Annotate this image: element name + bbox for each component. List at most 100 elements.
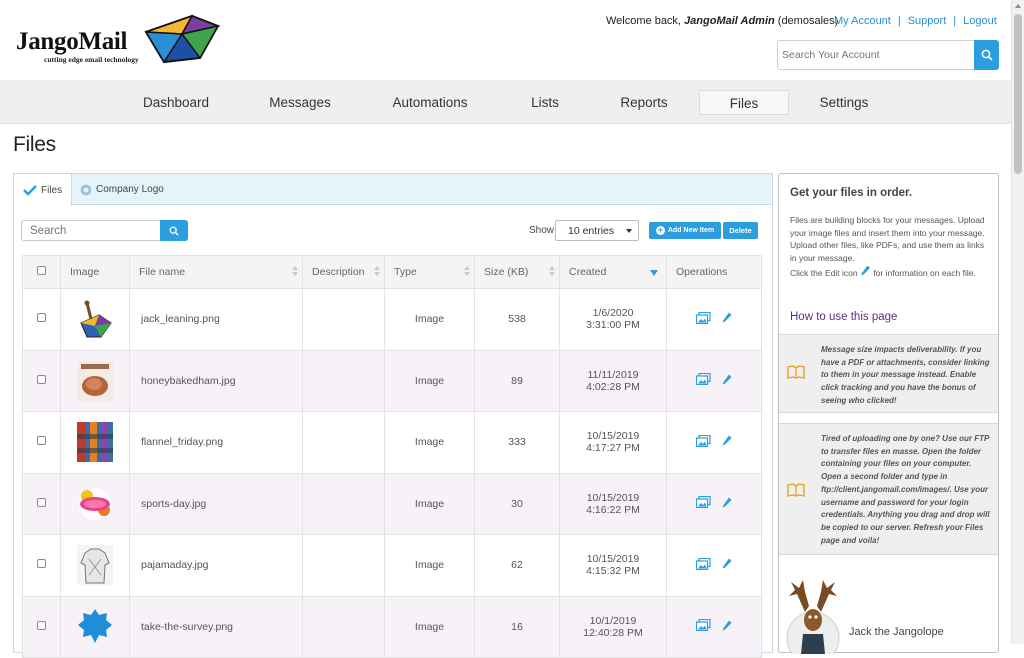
nav-files[interactable]: Files (699, 90, 789, 115)
description-cell (302, 411, 385, 474)
my-account-link[interactable]: My Account (834, 15, 891, 27)
column-header-image: Image (60, 255, 130, 289)
grid-search-input[interactable] (22, 221, 160, 240)
logout-link[interactable]: Logout (963, 15, 997, 27)
logo-tagline: cutting edge email technology (44, 55, 139, 64)
created-cell: 10/15/2019 4:15:32 PM (559, 534, 667, 597)
edit-pencil-icon[interactable] (722, 497, 732, 511)
add-new-item-label: Add New Item (667, 227, 715, 234)
tab-files[interactable]: Files (14, 174, 72, 206)
column-header-description[interactable]: Description (302, 255, 385, 289)
insert-image-icon[interactable] (695, 311, 711, 327)
description-cell (302, 595, 385, 658)
row-checkbox[interactable] (37, 374, 46, 384)
entries-select[interactable]: 10 entries (555, 220, 639, 241)
tab-company-logo-label: Company Logo (96, 184, 164, 195)
file-name-cell: sports-day.jpg (129, 472, 303, 535)
row-select-cell (22, 349, 61, 412)
row-select-cell (22, 411, 61, 474)
created-cell: 11/11/2019 4:02:28 PM (559, 349, 667, 412)
nav-settings[interactable]: Settings (810, 90, 878, 115)
jangomail-logo[interactable]: JangoMail cutting edge email technology (16, 14, 221, 70)
file-name-cell: flannel_friday.png (129, 411, 303, 474)
row-checkbox[interactable] (37, 497, 46, 507)
type-cell: Image (384, 411, 475, 474)
insert-image-icon[interactable] (695, 496, 711, 511)
thumbnail-cell (60, 349, 130, 412)
select-all-header (22, 255, 61, 289)
row-checkbox[interactable] (37, 313, 46, 323)
edit-pencil-icon[interactable] (722, 374, 732, 388)
column-label: Description (312, 266, 365, 278)
insert-image-icon[interactable] (695, 619, 711, 634)
created-time: 4:16:22 PM (586, 503, 640, 516)
add-new-item-button[interactable]: + Add New Item (649, 222, 721, 239)
created-date: 10/1/2019 (589, 614, 637, 627)
table-row: take-the-survey.png Image 16 10/1/2019 12… (22, 595, 762, 658)
scroll-thumb[interactable] (1014, 14, 1022, 174)
scroll-up-arrow-icon[interactable] (1015, 4, 1021, 8)
column-header-file-name[interactable]: File name (129, 255, 303, 289)
created-cell: 10/1/2019 12:40:28 PM (559, 595, 667, 658)
column-label: Type (394, 266, 417, 278)
support-link[interactable]: Support (908, 15, 947, 27)
column-label: Size (KB) (484, 266, 529, 278)
grid-search-button[interactable] (160, 220, 188, 241)
nav-reports[interactable]: Reports (610, 90, 678, 115)
description-cell (302, 349, 385, 412)
operations-cell (666, 472, 762, 535)
account-search-button[interactable] (974, 40, 999, 70)
flannel-thumbnail-image[interactable] (77, 422, 113, 463)
insert-image-icon[interactable] (695, 373, 711, 388)
jack-thumbnail-image[interactable] (77, 299, 113, 339)
sort-icon (374, 266, 380, 278)
operations-cell (666, 349, 762, 412)
account-search-input[interactable] (778, 41, 974, 69)
column-label: File name (139, 266, 186, 278)
welcome-prefix: Welcome back, (606, 15, 681, 27)
nav-messages[interactable]: Messages (255, 90, 345, 115)
how-to-use-link[interactable]: How to use this page (790, 311, 897, 323)
edit-pencil-icon[interactable] (722, 558, 732, 572)
row-checkbox[interactable] (37, 436, 46, 446)
column-header-size[interactable]: Size (KB) (474, 255, 560, 289)
select-all-checkbox[interactable] (37, 266, 46, 275)
plus-icon: + (655, 225, 665, 235)
row-select-cell (22, 534, 61, 597)
insert-image-icon[interactable] (695, 557, 711, 573)
table-header-row: Image File name Description Type Size (K… (22, 255, 762, 289)
survey-thumbnail-image[interactable] (77, 607, 113, 647)
file-name-cell: take-the-survey.png (129, 595, 303, 658)
edit-pencil-icon[interactable] (722, 620, 732, 634)
page-scrollbar[interactable] (1011, 0, 1024, 644)
nav-dashboard[interactable]: Dashboard (128, 90, 224, 115)
nav-automations[interactable]: Automations (382, 90, 478, 115)
nav-lists[interactable]: Lists (514, 90, 576, 115)
description-cell (302, 472, 385, 535)
column-header-created[interactable]: Created (559, 255, 667, 289)
edit-pencil-icon[interactable] (722, 312, 732, 326)
thumbnail-cell (60, 411, 130, 474)
tip-text: Tired of uploading one by one? Use our F… (821, 433, 993, 547)
edit-pencil-icon (860, 265, 870, 276)
grid-search (21, 220, 188, 241)
insert-image-icon[interactable] (695, 434, 711, 450)
ham-thumbnail-image[interactable] (77, 360, 113, 401)
column-label: Created (569, 266, 607, 278)
thumbnail-cell (60, 288, 130, 351)
column-header-type[interactable]: Type (384, 255, 475, 289)
pajama-thumbnail-image[interactable] (77, 545, 113, 586)
tip-ftp-upload: Tired of uploading one by one? Use our F… (779, 423, 998, 555)
show-label: Show (529, 225, 555, 236)
welcome-user: JangoMail Admin (684, 15, 775, 27)
sidebar-heading: Get your files in order. (790, 187, 913, 199)
checkmark-icon (23, 184, 37, 196)
edit-pencil-icon[interactable] (722, 435, 732, 449)
sports-thumbnail-image[interactable] (77, 484, 113, 524)
row-checkbox[interactable] (37, 620, 46, 630)
row-checkbox[interactable] (37, 559, 46, 569)
created-time: 4:17:27 PM (586, 442, 640, 455)
delete-button[interactable]: Delete (723, 222, 758, 239)
sidebar-intro-text: Files are building blocks for your messa… (790, 215, 985, 264)
tab-company-logo[interactable]: Company Logo (80, 174, 180, 205)
